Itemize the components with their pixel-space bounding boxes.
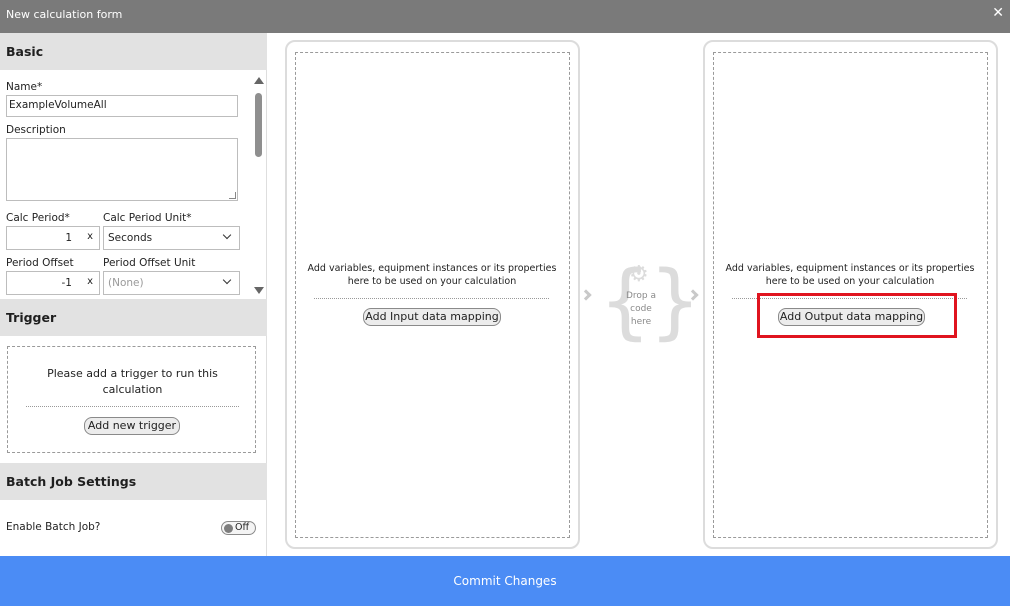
add-input-data-mapping-button[interactable]: Add Input data mapping [363, 308, 501, 326]
trigger-message: Please add a trigger to run this calcula… [47, 367, 218, 396]
chevron-down-icon [222, 275, 232, 285]
resize-grip-icon[interactable] [229, 192, 236, 199]
period-offset-clear-button[interactable]: x [87, 276, 93, 287]
left-config-panel: Basic Name* ExampleVolumeAll Description… [0, 33, 267, 556]
period-offset-unit-label: Period Offset Unit [103, 257, 196, 269]
divider [314, 298, 549, 299]
scroll-down-arrow-icon[interactable] [254, 287, 264, 294]
chevron-down-icon [222, 230, 232, 240]
toggle-state-label: Off [235, 522, 250, 533]
highlight-box [757, 293, 957, 338]
calc-period-label: Calc Period* [6, 212, 70, 224]
enable-batch-job-toggle[interactable]: Off [221, 521, 256, 535]
description-label: Description [6, 124, 66, 136]
name-label: Name* [6, 81, 43, 93]
calc-period-unit-label: Calc Period Unit* [103, 212, 192, 224]
basic-section-heading: Basic [0, 33, 267, 70]
code-drop-zone[interactable]: { } ⚙ Drop a code here [599, 261, 701, 343]
calc-period-value: 1 [65, 232, 72, 244]
window-title: New calculation form [6, 8, 123, 21]
input-mapping-panel: Add variables, equipment instances or it… [285, 40, 580, 549]
basic-section-body[interactable]: Name* ExampleVolumeAll Description Calc … [0, 70, 267, 299]
period-offset-unit-select[interactable]: (None) [103, 271, 240, 295]
output-panel-message: Add variables, equipment instances or it… [725, 263, 975, 287]
calc-period-clear-button[interactable]: x [87, 231, 93, 242]
period-offset-input[interactable]: -1 x [6, 271, 100, 295]
calc-period-unit-select[interactable]: Seconds [103, 226, 240, 250]
batch-section-heading: Batch Job Settings [0, 463, 267, 500]
trigger-section-heading: Trigger [0, 299, 267, 336]
input-drop-zone[interactable] [295, 52, 570, 538]
name-input[interactable]: ExampleVolumeAll [6, 95, 238, 117]
add-new-trigger-button[interactable]: Add new trigger [84, 417, 180, 435]
enable-batch-job-label: Enable Batch Job? [6, 521, 101, 533]
divider [26, 406, 239, 407]
toggle-knob [224, 524, 233, 533]
scroll-up-arrow-icon[interactable] [254, 77, 264, 84]
trigger-drop-area: Please add a trigger to run this calcula… [7, 346, 256, 453]
description-textarea[interactable] [6, 138, 238, 201]
period-offset-unit-value: (None) [108, 277, 144, 289]
calc-period-unit-value: Seconds [108, 232, 153, 244]
scrollbar-thumb[interactable] [255, 93, 262, 157]
input-panel-message: Add variables, equipment instances or it… [307, 263, 557, 287]
gear-icon: ⚙ [629, 262, 649, 287]
calc-period-input[interactable]: 1 x [6, 226, 100, 250]
period-offset-label: Period Offset [6, 257, 74, 269]
commit-changes-button[interactable]: Commit Changes [0, 556, 1010, 606]
close-icon[interactable]: ✕ [992, 5, 1004, 21]
title-bar: New calculation form ✕ [0, 0, 1010, 33]
chevron-right-icon [580, 289, 592, 301]
basic-scrollbar[interactable] [253, 77, 264, 294]
period-offset-value: -1 [61, 277, 72, 289]
drop-code-text: Drop a code here [625, 291, 657, 327]
